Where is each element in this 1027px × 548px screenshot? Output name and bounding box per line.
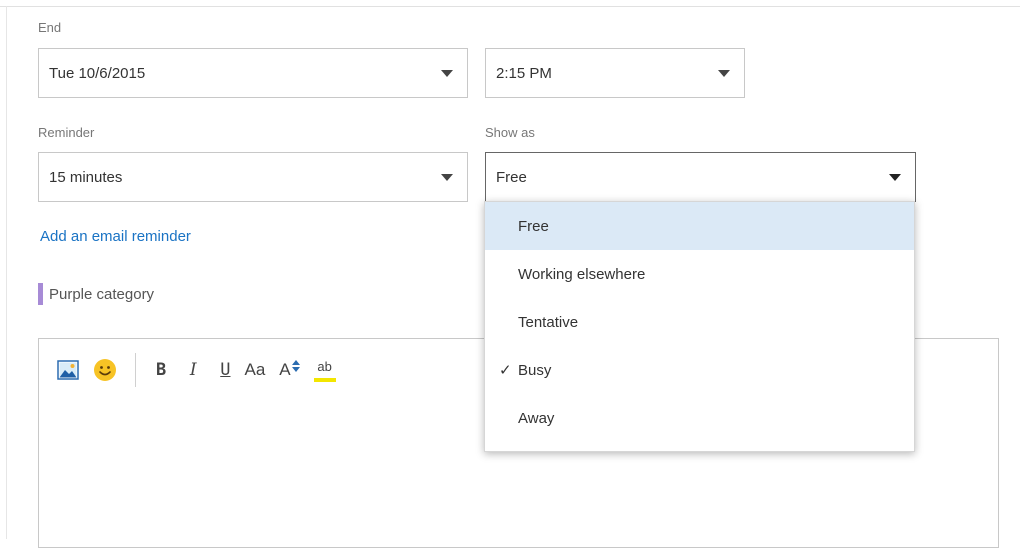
add-email-reminder-link[interactable]: Add an email reminder xyxy=(40,228,191,245)
show-as-option-busy[interactable]: ✓ Busy xyxy=(485,346,914,394)
category-label: Purple category xyxy=(49,285,155,303)
insert-emoji-button[interactable] xyxy=(93,355,117,385)
reminder-value: 15 minutes xyxy=(49,168,123,186)
insert-picture-button[interactable] xyxy=(57,355,79,385)
chevron-down-icon xyxy=(889,174,901,181)
reminder-label: Reminder xyxy=(38,125,95,140)
show-as-label: Show as xyxy=(485,125,535,140)
formatting-toolbar: B I U Aa A ab xyxy=(57,353,350,387)
show-as-menu: Free Working elsewhere Tentative ✓ Busy Away xyxy=(484,201,915,452)
show-as-dropdown[interactable]: Free xyxy=(485,152,916,202)
category-color-swatch xyxy=(38,283,43,305)
italic-button[interactable]: I xyxy=(180,355,206,385)
grow-font-label: A xyxy=(279,360,291,379)
highlight-label: ab xyxy=(317,358,332,374)
end-date-dropdown[interactable]: Tue 10/6/2015 xyxy=(38,48,468,98)
show-as-option-label: Busy xyxy=(518,361,552,379)
reminder-dropdown[interactable]: 15 minutes xyxy=(38,152,468,202)
category-tag[interactable]: Purple category xyxy=(38,283,154,305)
chevron-down-icon xyxy=(441,70,453,77)
font-size-button[interactable]: Aa xyxy=(245,355,266,385)
end-time-dropdown[interactable]: 2:15 PM xyxy=(485,48,745,98)
chevron-down-icon xyxy=(718,70,730,77)
underline-button[interactable]: U xyxy=(220,355,230,385)
smiley-icon xyxy=(94,359,116,381)
grow-font-button[interactable]: A xyxy=(279,355,300,385)
show-as-option-label: Away xyxy=(518,409,555,427)
end-date-value: Tue 10/6/2015 xyxy=(49,64,146,82)
show-as-option-label: Working elsewhere xyxy=(518,265,646,283)
checkmark-icon: ✓ xyxy=(499,362,512,379)
show-as-option-label: Free xyxy=(518,217,549,235)
show-as-option-tentative[interactable]: Tentative xyxy=(485,298,914,346)
left-divider xyxy=(6,6,7,539)
show-as-value: Free xyxy=(496,168,527,186)
font-size-arrows-icon xyxy=(291,360,300,372)
top-divider xyxy=(0,6,1020,7)
highlight-button[interactable]: ab xyxy=(313,355,336,385)
show-as-option-free[interactable]: Free xyxy=(485,202,914,250)
end-time-value: 2:15 PM xyxy=(496,64,552,82)
chevron-down-icon xyxy=(441,174,453,181)
show-as-option-working-elsewhere[interactable]: Working elsewhere xyxy=(485,250,914,298)
bold-button[interactable]: B xyxy=(156,355,166,385)
show-as-option-label: Tentative xyxy=(518,313,579,331)
picture-icon xyxy=(57,360,79,380)
show-as-option-away[interactable]: Away xyxy=(485,394,914,442)
toolbar-separator xyxy=(135,353,136,387)
highlight-color-bar xyxy=(313,378,336,382)
end-label: End xyxy=(38,20,62,35)
